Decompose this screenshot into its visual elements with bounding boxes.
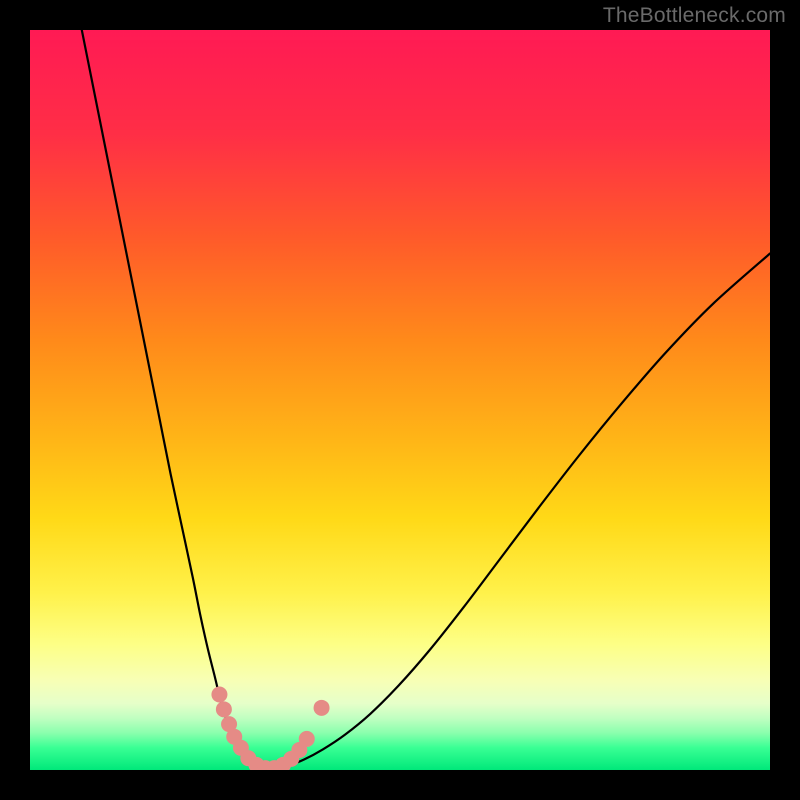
plot-area [30, 30, 770, 770]
chart-container: TheBottleneck.com [0, 0, 800, 800]
marker-dot [314, 700, 330, 716]
marker-dot [299, 731, 315, 747]
marker-dot [216, 701, 232, 717]
markers-group [211, 687, 329, 770]
marker-dot [211, 687, 227, 703]
watermark-text: TheBottleneck.com [603, 4, 786, 28]
dots-layer [30, 30, 770, 770]
